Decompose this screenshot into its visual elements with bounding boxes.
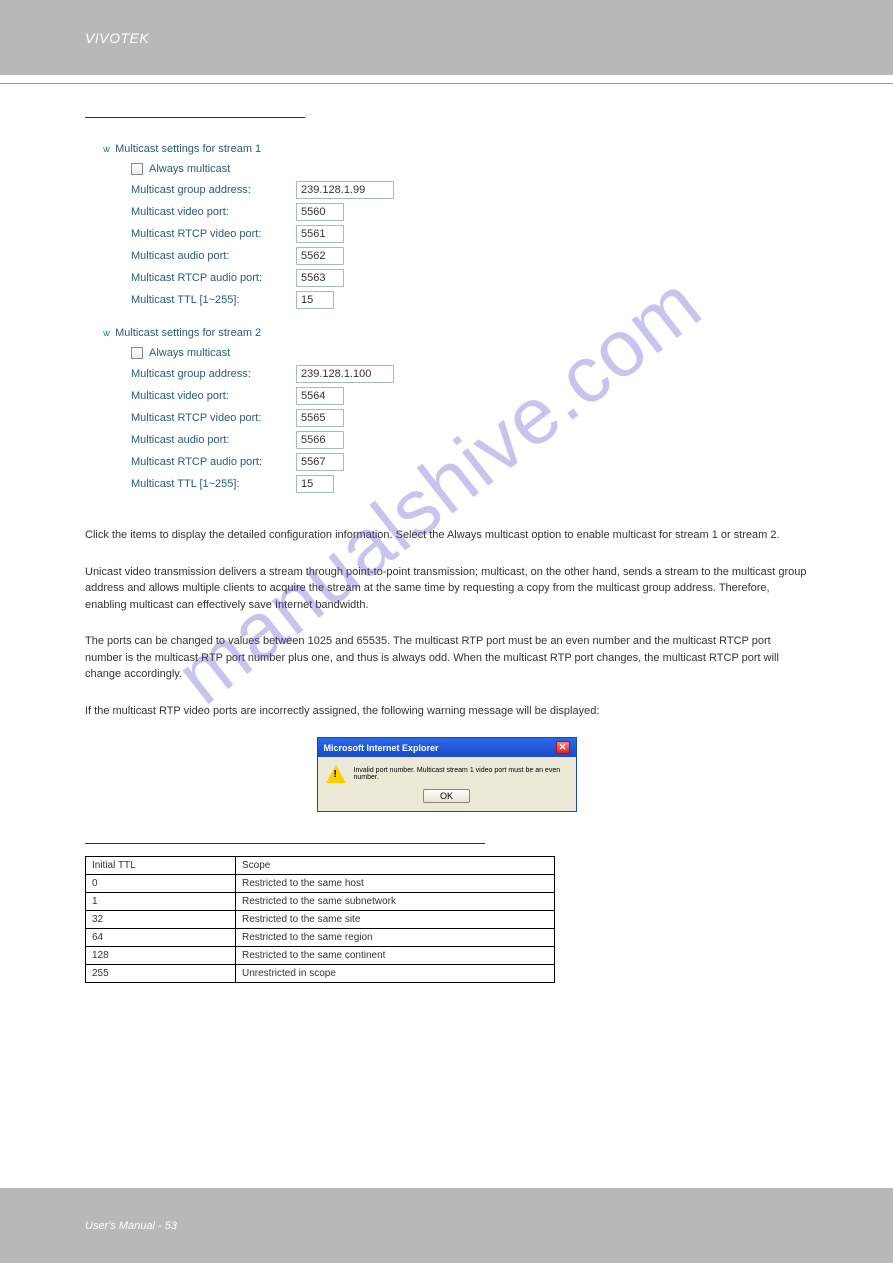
field-input[interactable] [296, 181, 394, 199]
stream2-fields: Multicast group address: Multicast video … [103, 365, 808, 493]
paragraph-1: Click the items to display the detailed … [85, 527, 808, 544]
dialog-titlebar: Microsoft Internet Explorer ✕ [318, 738, 576, 757]
field-row: Multicast RTCP video port: [131, 409, 808, 427]
warning-icon [326, 765, 346, 783]
table-cell: Restricted to the same region [236, 929, 555, 947]
field-row: Multicast group address: [131, 181, 808, 199]
ttl-table: Initial TTLScope0Restricted to the same … [85, 856, 555, 983]
field-input[interactable] [296, 269, 344, 287]
field-input[interactable] [296, 409, 344, 427]
chevron-down-icon: vv [103, 144, 108, 154]
field-label: Multicast RTCP audio port: [131, 272, 296, 284]
field-input[interactable] [296, 203, 344, 221]
field-label: Multicast group address: [131, 184, 296, 196]
field-input[interactable] [296, 475, 334, 493]
field-row: Multicast video port: [131, 203, 808, 221]
table-cell: Restricted to the same site [236, 911, 555, 929]
table-row: 255Unrestricted in scope [86, 965, 555, 983]
dialog-body: Invalid port number. Multicast stream 1 … [318, 757, 576, 811]
stream2-block: vv Multicast settings for stream 2 Alway… [103, 327, 808, 493]
field-input[interactable] [296, 365, 394, 383]
stream1-always-label: Always multicast [149, 163, 230, 175]
stream1-always-row[interactable]: Always multicast [131, 163, 808, 175]
table-cell: 128 [86, 947, 236, 965]
field-row: Multicast audio port: [131, 431, 808, 449]
field-row: Multicast TTL [1~255]: [131, 475, 808, 493]
field-label: Multicast RTCP video port: [131, 228, 296, 240]
chevron-down-icon: vv [103, 328, 108, 338]
checkbox-icon[interactable] [131, 347, 143, 359]
table-row: 128Restricted to the same continent [86, 947, 555, 965]
field-row: Multicast RTCP audio port: [131, 269, 808, 287]
stream1-fields: Multicast group address: Multicast video … [103, 181, 808, 309]
close-icon[interactable]: ✕ [556, 741, 570, 754]
table-cell: 1 [86, 893, 236, 911]
field-input[interactable] [296, 291, 334, 309]
field-input[interactable] [296, 225, 344, 243]
field-label: Multicast video port: [131, 390, 296, 402]
table-row: Initial TTLScope [86, 857, 555, 875]
field-row: Multicast video port: [131, 387, 808, 405]
warning-dialog: Microsoft Internet Explorer ✕ Invalid po… [317, 737, 577, 812]
table-cell: Restricted to the same continent [236, 947, 555, 965]
stream1-title[interactable]: vv Multicast settings for stream 1 [103, 143, 808, 155]
table-cell: 0 [86, 875, 236, 893]
field-label: Multicast audio port: [131, 250, 296, 262]
stream2-always-label: Always multicast [149, 347, 230, 359]
ok-button[interactable]: OK [423, 789, 470, 803]
stream2-always-row[interactable]: Always multicast [131, 347, 808, 359]
field-label: Multicast TTL [1~255]: [131, 294, 296, 306]
table-row: 64Restricted to the same region [86, 929, 555, 947]
field-row: Multicast TTL [1~255]: [131, 291, 808, 309]
paragraph-4: If the multicast RTP video ports are inc… [85, 703, 808, 720]
field-row: Multicast RTCP video port: [131, 225, 808, 243]
field-label: Multicast TTL [1~255]: [131, 478, 296, 490]
table-row: 32Restricted to the same site [86, 911, 555, 929]
field-input[interactable] [296, 387, 344, 405]
table-row: 0Restricted to the same host [86, 875, 555, 893]
warning-dialog-wrap: Microsoft Internet Explorer ✕ Invalid po… [317, 737, 577, 812]
field-label: Multicast RTCP video port: [131, 412, 296, 424]
table-cell: 64 [86, 929, 236, 947]
header-bar: VIVOTEK [0, 0, 893, 75]
table-cell: Restricted to the same host [236, 875, 555, 893]
field-input[interactable] [296, 431, 344, 449]
field-row: Multicast audio port: [131, 247, 808, 265]
table-cell: 255 [86, 965, 236, 983]
field-input[interactable] [296, 247, 344, 265]
stream1-title-text: Multicast settings for stream 1 [115, 143, 261, 155]
checkbox-icon[interactable] [131, 163, 143, 175]
brand-title: VIVOTEK [0, 0, 893, 46]
field-input[interactable] [296, 453, 344, 471]
field-label: Multicast RTCP audio port: [131, 456, 296, 468]
stream2-title-text: Multicast settings for stream 2 [115, 327, 261, 339]
paragraph-3: The ports can be changed to values betwe… [85, 633, 808, 683]
field-row: Multicast RTCP audio port: [131, 453, 808, 471]
table-cell: Scope [236, 857, 555, 875]
table-row: 1Restricted to the same subnetwork [86, 893, 555, 911]
table-cell: Initial TTL [86, 857, 236, 875]
field-label: Multicast video port: [131, 206, 296, 218]
table-cell: Restricted to the same subnetwork [236, 893, 555, 911]
page-content: vv Multicast settings for stream 1 Alway… [0, 84, 893, 983]
dialog-message: Invalid port number. Multicast stream 1 … [354, 767, 568, 781]
table-cell: 32 [86, 911, 236, 929]
field-label: Multicast group address: [131, 368, 296, 380]
stream2-title[interactable]: vv Multicast settings for stream 2 [103, 327, 808, 339]
footer-left: User's Manual - 53 [85, 1220, 177, 1232]
stream1-block: vv Multicast settings for stream 1 Alway… [103, 143, 808, 309]
field-label: Multicast audio port: [131, 434, 296, 446]
table-cell: Unrestricted in scope [236, 965, 555, 983]
ttl-underline [85, 832, 485, 844]
section-underline [85, 104, 305, 118]
paragraph-2: Unicast video transmission delivers a st… [85, 564, 808, 614]
field-row: Multicast group address: [131, 365, 808, 383]
dialog-title-text: Microsoft Internet Explorer [324, 743, 439, 753]
footer-bar: User's Manual - 53 [0, 1188, 893, 1263]
